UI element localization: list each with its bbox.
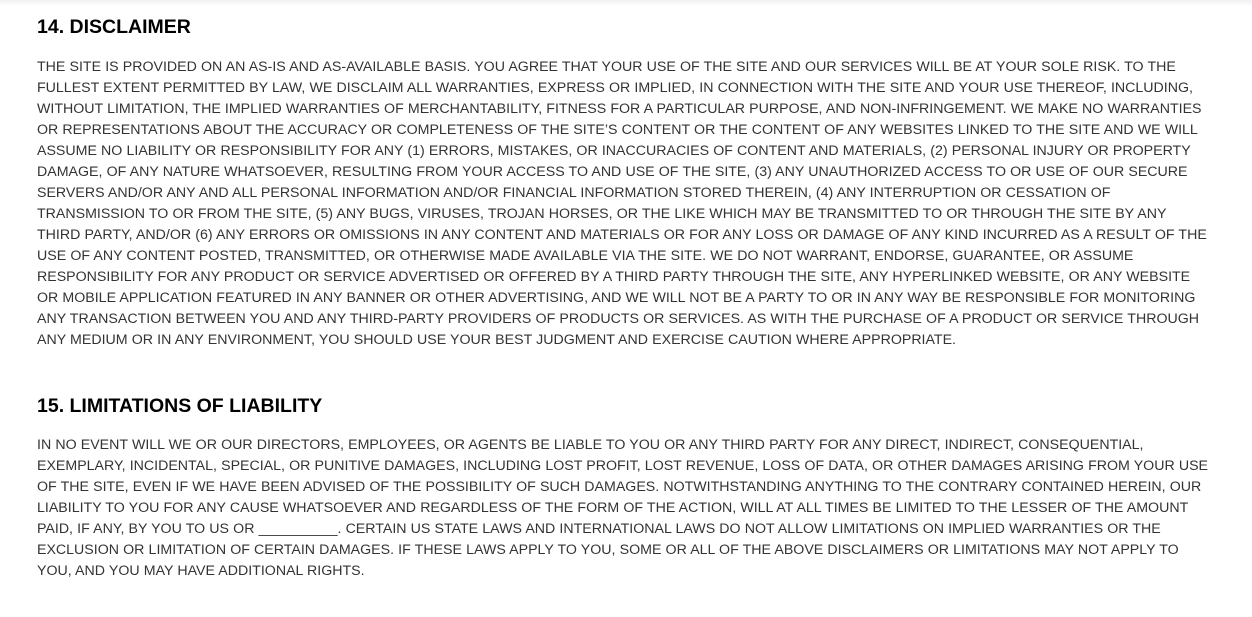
- top-edge-shadow: [0, 0, 1252, 6]
- section-body-disclaimer: THE SITE IS PROVIDED ON AN AS-IS AND AS-…: [37, 59, 1207, 348]
- section-body-limitations: IN NO EVENT WILL WE OR OUR DIRECTORS, EM…: [37, 437, 1209, 579]
- section-heading-limitations: 15. LIMITATIONS OF LIABILITY: [37, 395, 323, 417]
- section-heading-disclaimer: 14. DISCLAIMER: [37, 16, 191, 38]
